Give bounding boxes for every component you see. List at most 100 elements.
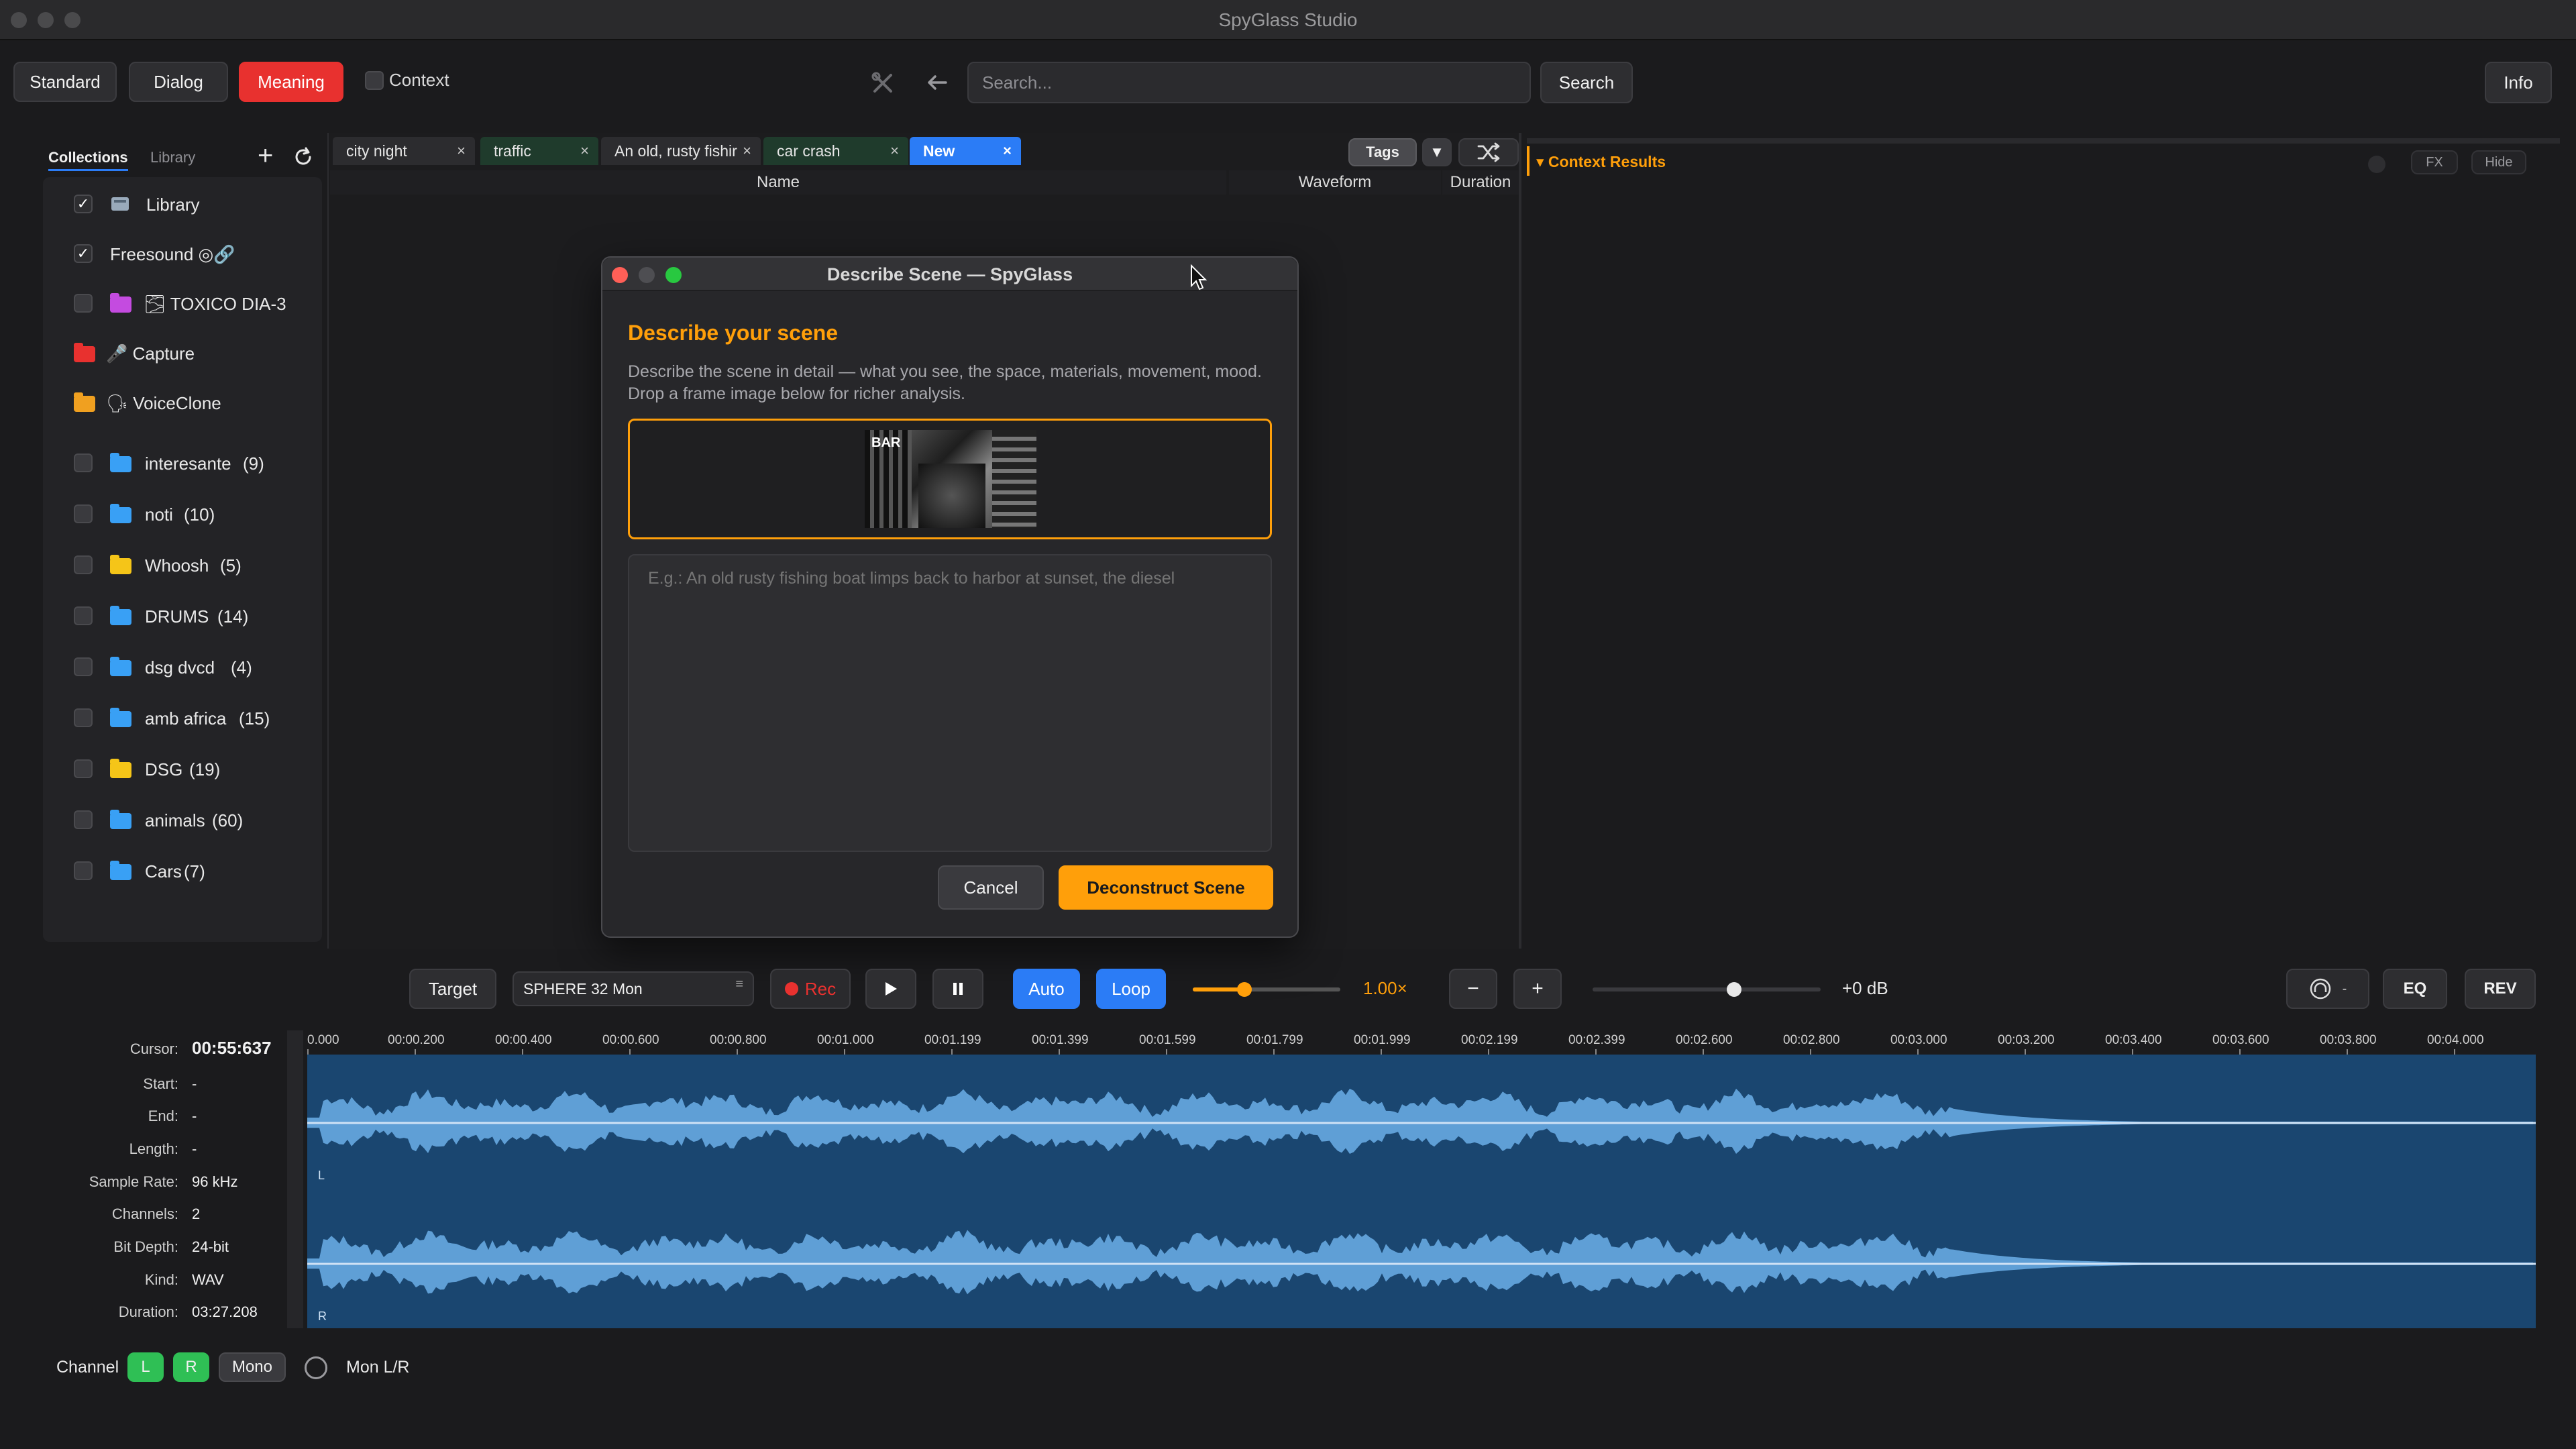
sidebar-item-interesante[interactable]: interesante (9): [43, 443, 322, 483]
sidebar-item-label: dsg dvcd: [145, 657, 215, 678]
cars-checkbox[interactable]: [74, 861, 93, 880]
close-tab-icon[interactable]: ×: [1003, 142, 1012, 160]
sidebar-item-cars[interactable]: Cars (7): [43, 851, 322, 891]
sidebar-item-voiceclone[interactable]: 🗣 VoiceClone: [43, 382, 322, 423]
column-name[interactable]: Name: [330, 170, 1226, 195]
mode-standard-button[interactable]: Standard: [13, 62, 117, 102]
scene-description-textarea[interactable]: [628, 554, 1272, 852]
mode-dialog-button[interactable]: Dialog: [129, 62, 228, 102]
column-waveform[interactable]: Waveform: [1229, 170, 1441, 195]
mode-meaning-button[interactable]: Meaning: [239, 62, 343, 102]
mon-lr-radio[interactable]: [305, 1356, 327, 1379]
search-input[interactable]: [967, 62, 1531, 103]
time-ruler[interactable]: 0.000 00:00.200 00:00.400 00:00.600 00:00.80…: [307, 1030, 2536, 1055]
close-tab-icon[interactable]: ×: [743, 142, 751, 160]
sidebar-item-freesound[interactable]: ✓ Freesound ◎🔗: [43, 233, 322, 274]
app-title: SpyGlass Studio: [1218, 9, 1358, 30]
play-button[interactable]: [865, 969, 916, 1009]
rev-button[interactable]: REV: [2465, 969, 2536, 1009]
sidebar-item-count: (7): [184, 861, 205, 881]
close-tab-icon[interactable]: ×: [457, 142, 466, 160]
pause-button[interactable]: [932, 969, 983, 1009]
headphones-icon: [2310, 978, 2330, 1000]
whoosh-checkbox[interactable]: [74, 555, 93, 574]
amb-africa-checkbox[interactable]: [74, 708, 93, 727]
sidebar-item-whoosh[interactable]: Whoosh (5): [43, 545, 322, 585]
add-collection-button[interactable]: +: [258, 141, 273, 171]
tab-new[interactable]: New ×: [910, 137, 1021, 165]
animals-checkbox[interactable]: [74, 810, 93, 829]
record-button[interactable]: Rec: [770, 969, 851, 1009]
search-button[interactable]: Search: [1540, 62, 1633, 103]
speed-decrease-button[interactable]: −: [1449, 969, 1497, 1009]
drums-checkbox[interactable]: [74, 606, 93, 625]
sidebar-item-amb-africa[interactable]: amb africa (15): [43, 698, 322, 738]
tags-dropdown-icon[interactable]: ▼: [1422, 138, 1452, 166]
device-select[interactable]: SPHERE 32 Mon ≡: [513, 971, 754, 1006]
context-checkbox[interactable]: [365, 71, 384, 90]
library-icon: [111, 197, 129, 211]
channel-right-button[interactable]: R: [173, 1352, 209, 1382]
dsg-checkbox[interactable]: [74, 759, 93, 778]
channel-left-button[interactable]: L: [127, 1352, 164, 1382]
tab-city-night[interactable]: city night ×: [333, 137, 475, 165]
tab-collections[interactable]: Collections: [48, 149, 128, 171]
dropdown-caret-icon: -: [2342, 981, 2347, 996]
sidebar-item-dsg-dvcd[interactable]: dsg dvcd (4): [43, 647, 322, 687]
noti-checkbox[interactable]: [74, 504, 93, 523]
target-button[interactable]: Target: [409, 969, 496, 1009]
ruler-tick-mark: [2239, 1049, 2241, 1055]
ruler-tick-mark: [2347, 1049, 2348, 1055]
ruler-tick-mark: [844, 1049, 845, 1055]
tags-button[interactable]: Tags: [1348, 138, 1417, 166]
gain-slider[interactable]: [1593, 981, 1821, 998]
sidebar-item-toxico[interactable]: 🌫 TOXICO DIA-3: [43, 283, 322, 323]
sidebar-item-label: Library: [146, 195, 200, 215]
interesante-checkbox[interactable]: [74, 453, 93, 472]
speed-slider[interactable]: [1193, 981, 1340, 998]
sidebar-item-label: 🗣 VoiceClone: [106, 393, 221, 413]
deconstruct-scene-button[interactable]: Deconstruct Scene: [1059, 865, 1273, 910]
auto-button[interactable]: Auto: [1013, 969, 1080, 1009]
tab-library[interactable]: Library: [150, 149, 195, 166]
waveform-display[interactable]: L R: [307, 1055, 2536, 1328]
tab-traffic[interactable]: traffic ×: [480, 137, 598, 165]
left-channel-label: L: [318, 1169, 325, 1182]
tab-car-crash[interactable]: car crash ×: [763, 137, 908, 165]
fx-button[interactable]: FX: [2411, 150, 2458, 174]
shuffle-button[interactable]: [1458, 138, 1519, 166]
image-drop-zone[interactable]: BAR: [628, 419, 1272, 539]
cancel-button[interactable]: Cancel: [938, 865, 1044, 910]
eq-button[interactable]: EQ: [2383, 969, 2447, 1009]
sidebar-item-noti[interactable]: noti (10): [43, 494, 322, 534]
tab-old-rusty[interactable]: An old, rusty fishir ×: [601, 137, 761, 165]
back-arrow-icon[interactable]: [926, 72, 949, 93]
context-results-title[interactable]: ▾ Context Results: [1536, 153, 1666, 171]
monitor-mode-button[interactable]: -: [2286, 969, 2369, 1009]
refresh-icon[interactable]: [292, 146, 314, 168]
tools-icon[interactable]: [871, 71, 895, 95]
freesound-checkbox[interactable]: ✓: [74, 244, 93, 263]
mono-button[interactable]: Mono: [219, 1352, 286, 1382]
context-label: Context: [389, 70, 449, 90]
loop-button[interactable]: Loop: [1096, 969, 1166, 1009]
speed-increase-button[interactable]: +: [1513, 969, 1562, 1009]
column-duration[interactable]: Duration: [1442, 170, 1519, 195]
sidebar-item-library[interactable]: ✓ Library: [43, 184, 322, 224]
close-tab-icon[interactable]: ×: [890, 142, 899, 160]
sidebar-item-capture[interactable]: 🎤 Capture: [43, 333, 322, 373]
library-checkbox[interactable]: ✓: [74, 195, 93, 213]
sidebar-item-count: (19): [189, 759, 221, 780]
dsg-dvcd-checkbox[interactable]: [74, 657, 93, 676]
speed-slider-knob[interactable]: [1237, 982, 1252, 997]
waveform-scrollbar[interactable]: [287, 1030, 303, 1328]
hide-button[interactable]: Hide: [2471, 150, 2526, 174]
close-tab-icon[interactable]: ×: [580, 142, 589, 160]
context-panel-splitter[interactable]: [1527, 138, 2560, 144]
sidebar-item-dsg[interactable]: DSG (19): [43, 749, 322, 789]
gain-slider-knob[interactable]: [1726, 982, 1741, 997]
sidebar-item-drums[interactable]: DRUMS (14): [43, 596, 322, 636]
info-button[interactable]: Info: [2485, 62, 2552, 103]
sidebar-item-animals[interactable]: animals (60): [43, 800, 322, 840]
toxico-checkbox[interactable]: [74, 294, 93, 313]
